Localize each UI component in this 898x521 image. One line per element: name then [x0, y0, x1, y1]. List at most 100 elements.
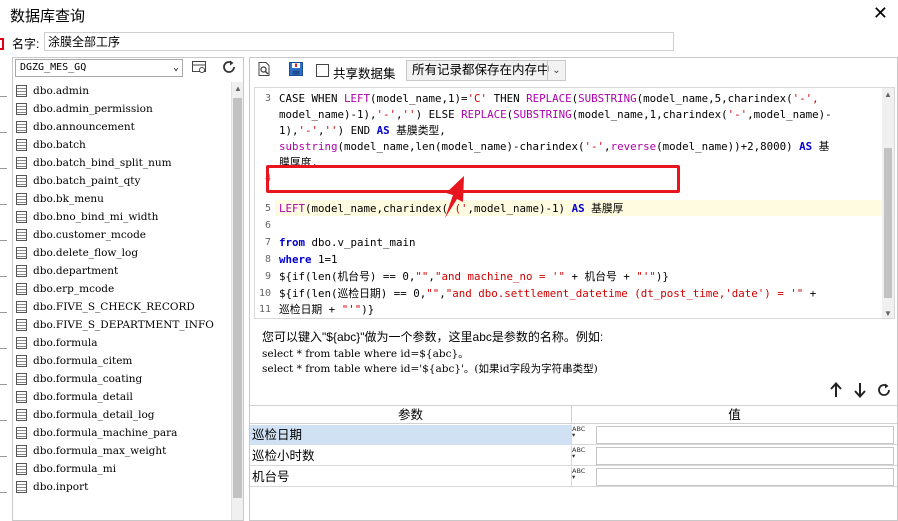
- table-name: dbo.FIVE_S_CHECK_RECORD: [33, 301, 195, 313]
- table-list-scrollbar[interactable]: ▲: [231, 82, 243, 520]
- table-list: dbo.admin dbo.admin_permission dbo.announc…: [13, 82, 243, 520]
- code-line: CASE WHEN LEFT(model_name,1)='C' THEN RE…: [279, 92, 819, 105]
- table-list-item[interactable]: dbo.formula_citem: [13, 352, 243, 370]
- name-row: 名字:: [0, 30, 898, 54]
- table-list-item[interactable]: dbo.department: [13, 262, 243, 280]
- line-number: 7: [264, 237, 271, 248]
- table-list-item[interactable]: dbo.formula_coating: [13, 370, 243, 388]
- table-list-item[interactable]: dbo.formula: [13, 334, 243, 352]
- table-list-item[interactable]: dbo.formula_max_weight: [13, 442, 243, 460]
- scroll-up-icon[interactable]: ▲: [884, 90, 892, 99]
- name-input[interactable]: [44, 32, 674, 51]
- table-name: dbo.batch_bind_split_num: [33, 157, 172, 169]
- type-abc-icon[interactable]: ABC ▾: [572, 426, 594, 444]
- table-icon: [16, 445, 27, 457]
- hint-line: select * from table where id='${abc}'。(如…: [262, 363, 598, 375]
- shared-dataset-label: 共享数据集: [333, 67, 396, 81]
- table-icon: [16, 337, 27, 349]
- database-select[interactable]: DGZG_MES_GQ ⌄: [15, 59, 183, 77]
- table-list-item[interactable]: dbo.FIVE_S_DEPARTMENT_INFO: [13, 316, 243, 334]
- table-name: dbo.formula_detail: [33, 391, 133, 403]
- table-list-item[interactable]: dbo.FIVE_S_CHECK_RECORD: [13, 298, 243, 316]
- table-list-item[interactable]: dbo.batch: [13, 136, 243, 154]
- type-abc-icon[interactable]: ABC ▾: [572, 447, 594, 465]
- parameter-value-input[interactable]: [596, 468, 894, 486]
- move-down-icon[interactable]: [851, 382, 869, 400]
- scroll-up-icon[interactable]: ▲: [234, 84, 242, 93]
- table-list-item[interactable]: dbo.formula_detail: [13, 388, 243, 406]
- table-icon: [16, 193, 27, 205]
- scrollbar-thumb[interactable]: [233, 98, 242, 498]
- title-bar: 数据库查询 ✕: [0, 0, 898, 30]
- editor-scrollbar[interactable]: ▲ ▼: [882, 88, 894, 318]
- table-list-item[interactable]: dbo.announcement: [13, 118, 243, 136]
- table-list-item[interactable]: dbo.delete_flow_log: [13, 244, 243, 262]
- table-settings-icon[interactable]: [189, 59, 209, 77]
- scroll-down-icon[interactable]: ▼: [884, 309, 892, 318]
- table-list-item[interactable]: dbo.erp_mcode: [13, 280, 243, 298]
- table-list-item[interactable]: dbo.batch_bind_split_num: [13, 154, 243, 172]
- table-icon: [16, 427, 27, 439]
- table-name: dbo.batch: [33, 139, 86, 151]
- table-list-item[interactable]: dbo.customer_mcode: [13, 226, 243, 244]
- sql-editor[interactable]: 3 4 5 6 7 8 9 10 11 CASE WHEN LEFT(model…: [254, 87, 895, 319]
- type-icon-text: ABC: [572, 467, 586, 475]
- table-icon: [16, 481, 27, 493]
- type-abc-icon[interactable]: ABC ▾: [572, 468, 594, 486]
- table-icon: [16, 121, 27, 133]
- table-icon: [16, 409, 27, 421]
- table-list-item[interactable]: dbo.inport: [13, 478, 243, 496]
- table-list-item[interactable]: dbo.formula_detail_log: [13, 406, 243, 424]
- table-name: dbo.formula_detail_log: [33, 409, 155, 421]
- table-list-item[interactable]: dbo.bno_bind_mi_width: [13, 208, 243, 226]
- close-icon[interactable]: ✕: [873, 3, 888, 23]
- shared-dataset-checkbox[interactable]: [316, 64, 329, 77]
- table-icon: [16, 301, 27, 313]
- code-line: substring(model_name,len(model_name)-cha…: [279, 140, 830, 153]
- line-number: 4: [264, 173, 271, 184]
- record-storage-select[interactable]: 所有记录都保存在内存中 ⌄: [406, 60, 566, 81]
- table-icon: [16, 247, 27, 259]
- refresh-icon[interactable]: [219, 59, 239, 77]
- table-browser-toolbar: DGZG_MES_GQ ⌄: [13, 58, 243, 80]
- table-icon: [16, 157, 27, 169]
- table-name: dbo.FIVE_S_DEPARTMENT_INFO: [33, 319, 214, 331]
- table-icon: [16, 355, 27, 367]
- table-list-item[interactable]: dbo.formula_mi: [13, 460, 243, 478]
- scrollbar-thumb[interactable]: [884, 148, 892, 298]
- table-list-item[interactable]: dbo.formula_machine_para: [13, 424, 243, 442]
- table-name: dbo.delete_flow_log: [33, 247, 139, 259]
- table-icon: [16, 283, 27, 295]
- preview-icon[interactable]: [254, 61, 274, 81]
- table-icon: [16, 373, 27, 385]
- save-icon[interactable]: [286, 61, 306, 81]
- table-list-item[interactable]: dbo.batch_paint_qty: [13, 172, 243, 190]
- table-icon: [16, 139, 27, 151]
- line-number: 6: [264, 220, 271, 231]
- parameter-table-header: 参数 值: [250, 405, 897, 424]
- parameter-value-input[interactable]: [596, 447, 894, 465]
- table-name: dbo.customer_mcode: [33, 229, 147, 241]
- line-number: 5: [264, 203, 271, 214]
- table-list-item[interactable]: dbo.admin: [13, 82, 243, 100]
- line-number-gutter: 3 4 5 6 7 8 9 10 11: [255, 88, 275, 318]
- parameter-row[interactable]: 巡检日期 ABC ▾: [250, 425, 897, 445]
- refresh-params-icon[interactable]: [875, 382, 893, 400]
- table-name: dbo.admin_permission: [33, 103, 153, 115]
- table-icon: [16, 319, 27, 331]
- move-up-icon[interactable]: [827, 382, 845, 400]
- parameter-row[interactable]: 巡检小时数 ABC ▾: [250, 446, 897, 466]
- table-list-item[interactable]: dbo.admin_permission: [13, 100, 243, 118]
- code-line: 1),'-','') END AS 基膜类型,: [279, 124, 446, 137]
- window-title: 数据库查询: [10, 8, 86, 25]
- column-header-param: 参数: [250, 406, 572, 424]
- code-line: ${if(len(机台号) == 0,"","and machine_no = …: [279, 270, 669, 283]
- table-list-item[interactable]: dbo.bk_menu: [13, 190, 243, 208]
- parameter-row[interactable]: 机台号 ABC ▾: [250, 467, 897, 487]
- table-name: dbo.bk_menu: [33, 193, 104, 205]
- parameter-value-input[interactable]: [596, 426, 894, 444]
- chevron-down-icon: ⌄: [172, 62, 179, 73]
- table-icon: [16, 463, 27, 475]
- parameter-hint: 您可以键入"${abc}"做为一个参数，这里abc是参数的名称。例如: sele…: [254, 323, 895, 379]
- hint-line: 您可以键入"${abc}"做为一个参数，这里abc是参数的名称。例如:: [262, 330, 604, 344]
